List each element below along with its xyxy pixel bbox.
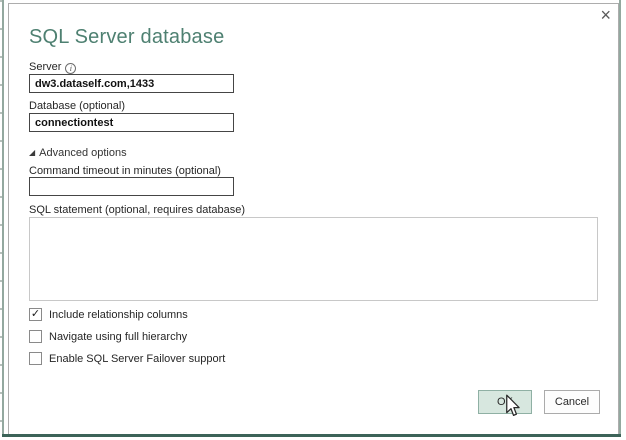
checkbox-sql-failover-support[interactable]: Enable SQL Server Failover support <box>29 351 225 366</box>
timeout-input[interactable] <box>29 177 234 196</box>
checkbox-include-relationship-columns[interactable]: ✓ Include relationship columns <box>29 307 188 322</box>
server-label-text: Server <box>29 61 61 73</box>
server-input[interactable] <box>29 74 234 93</box>
background-right-edge <box>619 0 621 434</box>
background-bottom-accent-line <box>2 434 621 437</box>
cancel-button[interactable]: Cancel <box>544 390 600 414</box>
advanced-options-toggle[interactable]: ◢ Advanced options <box>29 147 127 159</box>
checkbox-icon[interactable] <box>29 330 42 343</box>
timeout-label: Command timeout in minutes (optional) <box>29 165 221 177</box>
database-input[interactable] <box>29 113 234 132</box>
background-left-edge <box>2 0 4 434</box>
advanced-options-label: Advanced options <box>39 147 126 159</box>
server-label: Serveri <box>29 61 76 74</box>
checkbox-icon[interactable] <box>29 352 42 365</box>
checkbox-label: Enable SQL Server Failover support <box>49 353 225 365</box>
checkbox-icon[interactable]: ✓ <box>29 308 42 321</box>
sql-server-database-dialog: × SQL Server database Serveri Database (… <box>8 3 619 434</box>
info-icon[interactable]: i <box>65 63 76 74</box>
close-icon[interactable]: × <box>600 6 611 24</box>
ok-button[interactable]: OK <box>478 390 532 414</box>
database-label: Database (optional) <box>29 100 125 112</box>
sql-statement-label: SQL statement (optional, requires databa… <box>29 204 245 216</box>
collapse-triangle-icon: ◢ <box>29 148 35 157</box>
checkbox-label: Include relationship columns <box>49 309 188 321</box>
sql-statement-textarea[interactable] <box>29 217 598 301</box>
checkbox-navigate-full-hierarchy[interactable]: Navigate using full hierarchy <box>29 329 187 344</box>
dialog-title: SQL Server database <box>29 26 224 49</box>
checkbox-label: Navigate using full hierarchy <box>49 331 187 343</box>
